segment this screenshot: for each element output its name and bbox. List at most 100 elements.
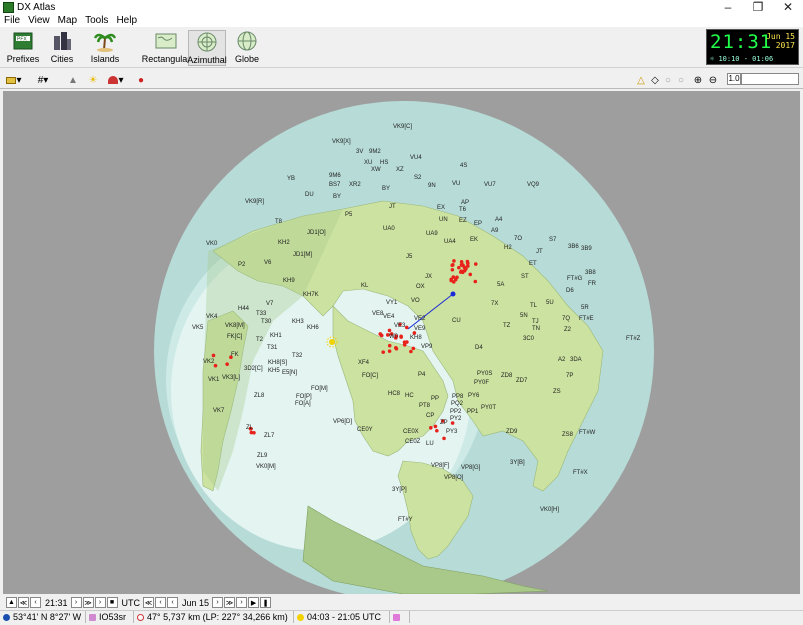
dx-spot[interactable]: [452, 259, 456, 263]
dx-spot[interactable]: [468, 272, 473, 277]
nav-last-button[interactable]: ›: [94, 597, 106, 608]
rectangular-button[interactable]: Rectangular: [142, 30, 190, 66]
menu-help[interactable]: Help: [112, 14, 141, 27]
time-navigator: ▲ ≪ ‹ 21:31 › ≫ › ■ UTC ≪ ‹ ‹ Jun 15 › ≫…: [6, 596, 272, 609]
zoom-field[interactable]: [741, 73, 799, 85]
nav-date-back-fast-button[interactable]: ≪: [143, 597, 155, 608]
dx-spot[interactable]: [211, 353, 216, 358]
prefix-label: H2: [504, 245, 512, 251]
prefix-label: 7P: [566, 373, 573, 379]
dx-spot[interactable]: [451, 263, 455, 267]
nav-date-prev-button[interactable]: ‹: [167, 597, 179, 608]
dx-spot[interactable]: [387, 328, 392, 333]
close-button[interactable]: ✕: [773, 0, 803, 14]
menu-file[interactable]: File: [0, 14, 24, 27]
map-area[interactable]: VK9[C] VK9[X] 3V 9M2 XU HS VU4 4S XW XZ YB 9M6 S2 BS7…: [3, 91, 800, 594]
minimize-button[interactable]: –: [713, 0, 743, 14]
prefix-label: YB: [287, 176, 295, 182]
globe-button[interactable]: Globe: [232, 30, 262, 66]
dx-spot[interactable]: [381, 350, 386, 354]
dx-spot[interactable]: [378, 332, 383, 336]
dx-spot[interactable]: [473, 262, 478, 266]
dx-spot[interactable]: [404, 325, 409, 330]
dx-spot[interactable]: [402, 343, 407, 347]
dx-spot[interactable]: [405, 340, 409, 344]
rotate-left-button[interactable]: ○: [662, 73, 674, 87]
menu-tools[interactable]: Tools: [81, 14, 112, 27]
zoom-in-button[interactable]: ⊕: [691, 73, 705, 87]
prefix-label: VP8[O]: [444, 475, 464, 481]
zoom-out-button[interactable]: ⊖: [706, 73, 720, 87]
nav-forward-button[interactable]: ›: [70, 597, 82, 608]
compass-button[interactable]: △: [634, 73, 648, 87]
prefix-label: FT#W: [579, 430, 596, 436]
prefix-label: KH8: [410, 335, 422, 341]
nav-first-button[interactable]: ▲: [6, 597, 17, 608]
prefix-label: VP8[F]: [431, 463, 450, 469]
nav-back-button[interactable]: ‹: [30, 597, 41, 608]
prefix-label: T8: [275, 219, 283, 225]
dx-spot[interactable]: [225, 362, 229, 366]
nav-pause-button[interactable]: ❚: [260, 597, 272, 608]
dx-spot[interactable]: [394, 346, 399, 351]
dx-spot[interactable]: [442, 436, 446, 441]
rotate-right-button[interactable]: ○: [675, 73, 687, 87]
prefix-label: PY2: [450, 416, 462, 422]
layers-dropdown[interactable]: ▾: [4, 73, 24, 87]
dx-spot[interactable]: [411, 346, 416, 351]
dx-spot[interactable]: [473, 279, 478, 284]
prefix-label: 3B9: [581, 246, 592, 252]
dx-spot[interactable]: [453, 277, 458, 282]
azimuthal-map[interactable]: VK9[C] VK9[X] 3V 9M2 XU HS VU4 4S XW XZ YB 9M6 S2 BS7…: [3, 91, 800, 594]
dx-spot[interactable]: [435, 428, 439, 433]
propagation-dropdown[interactable]: ▾: [103, 73, 129, 87]
dx-spot[interactable]: [249, 430, 254, 435]
prefix-label: CE0Y: [357, 427, 373, 433]
prefix-label: S2: [414, 175, 422, 181]
prefix-label: VK9[X]: [332, 139, 351, 145]
nav-play-button[interactable]: ▶: [248, 597, 260, 608]
dx-spot[interactable]: [409, 349, 413, 354]
azimuthal-button[interactable]: Azimuthal: [187, 30, 227, 66]
prefix-label: TN: [532, 326, 540, 332]
dx-spot[interactable]: [428, 425, 433, 430]
restore-button[interactable]: ❐: [743, 0, 773, 14]
menu-map[interactable]: Map: [54, 14, 81, 27]
sun-button[interactable]: ☀: [86, 73, 100, 87]
prefix-label: Z2: [564, 327, 572, 333]
status-area: ▲ ≪ ‹ 21:31 › ≫ › ■ UTC ≪ ‹ ‹ Jun 15 › ≫…: [0, 596, 803, 625]
nav-date-forward-fast-button[interactable]: ≫: [224, 597, 236, 608]
dx-spot[interactable]: [458, 270, 463, 274]
nav-time: 21:31: [45, 597, 68, 608]
dx-spot[interactable]: [387, 349, 392, 353]
dx-spot[interactable]: [399, 335, 403, 339]
nav-date-back-button[interactable]: ‹: [155, 597, 167, 608]
menu-view[interactable]: View: [24, 14, 54, 27]
prefix-label: KH3: [292, 319, 304, 325]
nav-date-next-button[interactable]: ›: [212, 597, 224, 608]
prefix-label: JT: [389, 204, 396, 210]
nav-date-last-button[interactable]: ›: [236, 597, 248, 608]
prefix-label: 9M6: [329, 173, 341, 179]
dx-spot[interactable]: [457, 265, 461, 270]
cities-button[interactable]: Cities: [46, 30, 78, 66]
nav-forward-fast-button[interactable]: ≫: [82, 597, 94, 608]
islands-button[interactable]: Islands: [88, 30, 122, 66]
prefix-label: XF4: [358, 360, 370, 366]
dx-spot[interactable]: [459, 260, 464, 264]
nav-now-button[interactable]: ■: [106, 597, 118, 608]
dx-spot[interactable]: [387, 343, 392, 348]
dx-spot[interactable]: [464, 266, 468, 271]
dx-spot[interactable]: [449, 278, 454, 283]
zoom-value[interactable]: 1.0: [727, 73, 741, 85]
print-button[interactable]: ▲: [66, 73, 80, 87]
spots-button[interactable]: ●: [134, 73, 148, 87]
prefix-label: BS7: [329, 182, 341, 188]
nav-back-fast-button[interactable]: ≪: [18, 597, 29, 608]
dx-spot[interactable]: [450, 267, 455, 272]
dx-spot[interactable]: [460, 263, 464, 267]
dx-spot[interactable]: [433, 424, 438, 429]
grid-dropdown[interactable]: # ▾: [34, 73, 52, 87]
center-map-button[interactable]: ◇: [649, 73, 661, 87]
prefixes-button[interactable]: PFX Prefixes: [6, 30, 40, 66]
